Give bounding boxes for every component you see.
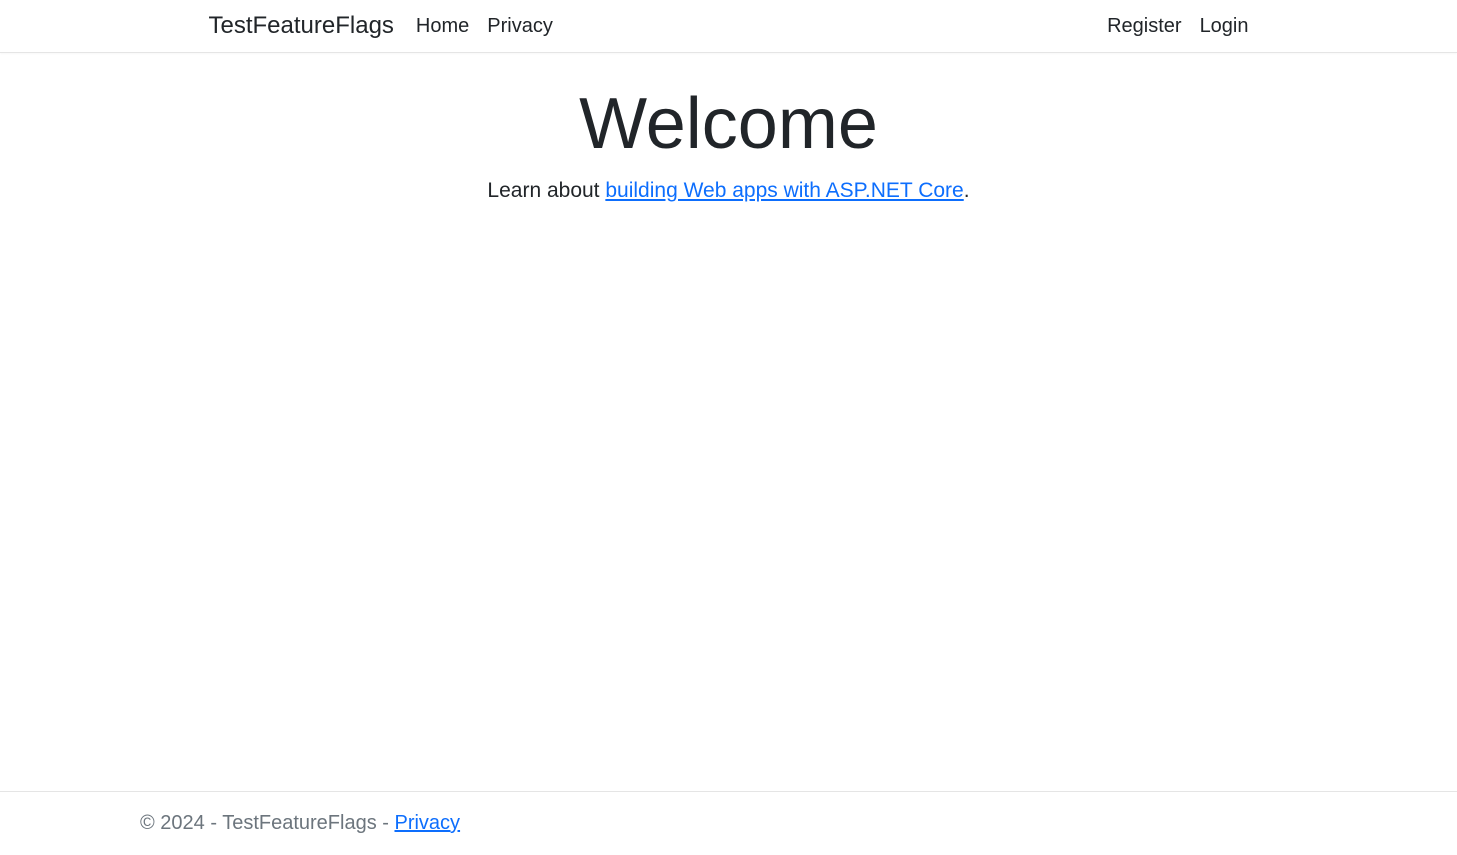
navbar-container: TestFeatureFlags Home Privacy Register L…: [69, 0, 1389, 52]
nav-link-home[interactable]: Home: [416, 15, 469, 38]
navbar-primary-links: Home Privacy: [416, 15, 553, 38]
welcome-subtext-prefix: Learn about: [487, 179, 605, 202]
nav-link-login[interactable]: Login: [1200, 15, 1249, 38]
welcome-subtext: Learn about building Web apps with ASP.N…: [0, 179, 1457, 203]
navbar-left: TestFeatureFlags Home Privacy: [209, 12, 553, 40]
footer-privacy-link[interactable]: Privacy: [394, 812, 460, 834]
footer: © 2024 - TestFeatureFlags - Privacy: [0, 791, 1457, 855]
welcome-heading: Welcome: [0, 83, 1457, 165]
nav-link-privacy[interactable]: Privacy: [487, 15, 553, 38]
welcome-subtext-suffix: .: [964, 179, 970, 202]
nav-link-register[interactable]: Register: [1107, 15, 1181, 38]
aspnet-docs-link[interactable]: building Web apps with ASP.NET Core: [605, 179, 963, 202]
main-content: Welcome Learn about building Web apps wi…: [0, 53, 1457, 791]
brand-link[interactable]: TestFeatureFlags: [209, 12, 394, 40]
navbar-auth-links: Register Login: [1107, 15, 1248, 38]
navbar: TestFeatureFlags Home Privacy Register L…: [0, 0, 1457, 53]
footer-copyright: © 2024 - TestFeatureFlags -: [140, 812, 394, 834]
